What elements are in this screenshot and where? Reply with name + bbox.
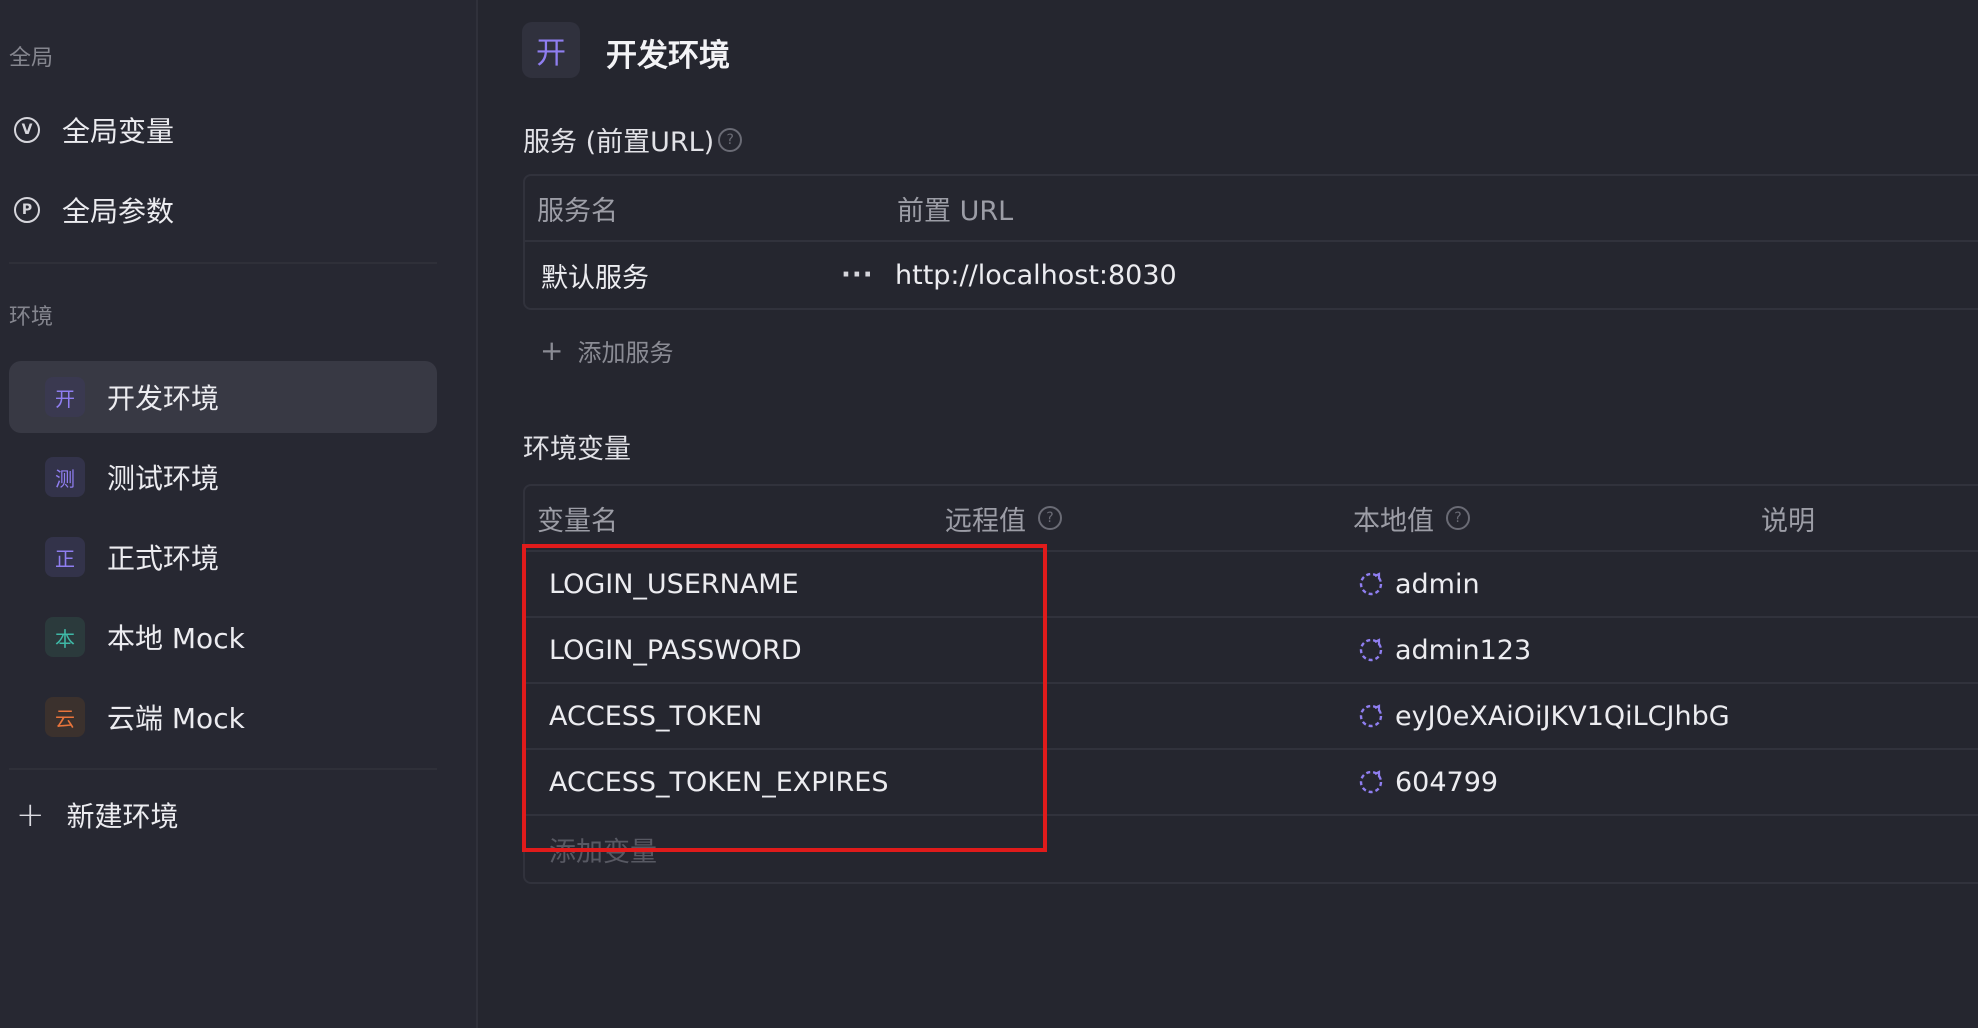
highlight-box [522,544,1047,852]
help-icon[interactable]: ? [1446,506,1470,530]
services-title-text: 服务 (前置URL) [523,127,715,158]
table-header-row: 服务名 前置 URL [525,176,1978,242]
new-env-label: 新建环境 [66,800,179,833]
env-item-label: 正式环境 [107,542,220,575]
env-item-label: 开发环境 [107,382,220,415]
env-item-local-mock[interactable]: 本 本地 Mock [9,601,437,673]
env-item-label: 本地 Mock [107,622,245,655]
plus-icon: + [540,334,564,367]
env-section-label: 环境 [9,305,54,330]
table-row[interactable]: 默认服务 ··· http://localhost:8030 [525,242,1978,308]
service-url-cell[interactable]: http://localhost:8030 [895,260,1177,291]
sync-link-icon [1359,704,1383,728]
services-title: 服务 (前置URL) ? [523,120,743,159]
more-icon[interactable]: ··· [841,260,874,290]
env-item-label: 云端 Mock [107,702,245,735]
local-value-cell[interactable]: admin123 [1357,635,1531,666]
env-vars-title: 环境变量 [523,434,631,465]
sync-link-icon [1359,572,1383,596]
plus-icon: + [16,795,45,835]
sidebar-item-label: 全局参数 [62,195,175,228]
env-badge: 云 [45,697,85,737]
sidebar-item-global-params[interactable]: P 全局参数 [14,180,434,240]
main-panel: 开 开发环境 服务 (前置URL) ? 服务名 前置 URL 默认服务 ··· … [480,0,1978,1028]
sync-link-icon [1359,770,1383,794]
env-badge: 本 [45,617,85,657]
column-header-remote-label: 远程值 [945,505,1026,537]
column-header-service-name: 服务名 [537,195,618,227]
help-icon[interactable]: ? [1038,506,1062,530]
sidebar-item-global-variables[interactable]: V 全局变量 [14,100,434,160]
add-service-button[interactable]: + 添加服务 [540,333,673,368]
divider [9,262,437,264]
env-item-label: 测试环境 [107,462,220,495]
page-title[interactable]: 开发环境 [606,30,730,75]
column-header-description: 说明 [1761,505,1815,537]
env-badge: 开 [45,377,85,417]
column-header-remote-value: 远程值 ? [945,499,1062,538]
help-icon[interactable]: ? [718,127,743,152]
local-value-cell[interactable]: 604799 [1357,767,1498,798]
variable-icon: V [14,117,40,143]
column-header-prefix-url: 前置 URL [897,195,1014,227]
env-item-test[interactable]: 测 测试环境 [9,441,437,513]
divider [9,768,437,770]
sync-link-icon [1359,638,1383,662]
parameter-icon: P [14,197,40,223]
local-value-text: 604799 [1395,766,1499,798]
local-value-cell[interactable]: admin [1357,569,1480,600]
env-badge: 正 [45,537,85,577]
local-value-cell[interactable]: eyJ0eXAiOiJKV1QiLCJhbG [1357,701,1730,732]
env-item-dev[interactable]: 开 开发环境 [9,361,437,433]
local-value-text: admin [1395,568,1480,600]
local-value-text: eyJ0eXAiOiJKV1QiLCJhbG [1395,700,1730,732]
add-service-label: 添加服务 [577,339,674,367]
global-section-label: 全局 [9,46,54,71]
env-badge: 测 [45,457,85,497]
column-header-local-value: 本地值 ? [1353,499,1470,538]
env-item-prod[interactable]: 正 正式环境 [9,521,437,593]
env-item-cloud-mock[interactable]: 云 云端 Mock [9,681,437,753]
env-header-badge: 开 [522,22,580,78]
new-env-button[interactable]: + 新建环境 [16,785,436,845]
services-table: 服务名 前置 URL 默认服务 ··· http://localhost:803… [523,174,1978,310]
table-header-row: 变量名 远程值 ? 本地值 ? 说明 [525,486,1978,552]
local-value-text: admin123 [1395,634,1532,666]
sidebar-item-label: 全局变量 [62,115,175,148]
column-header-var-name: 变量名 [537,505,618,537]
sidebar: 全局 V 全局变量 P 全局参数 环境 开 开发环境 测 测试环境 正 正式环境… [0,0,478,1028]
column-header-local-label: 本地值 [1353,505,1434,537]
service-name-cell[interactable]: 默认服务 [541,256,649,295]
